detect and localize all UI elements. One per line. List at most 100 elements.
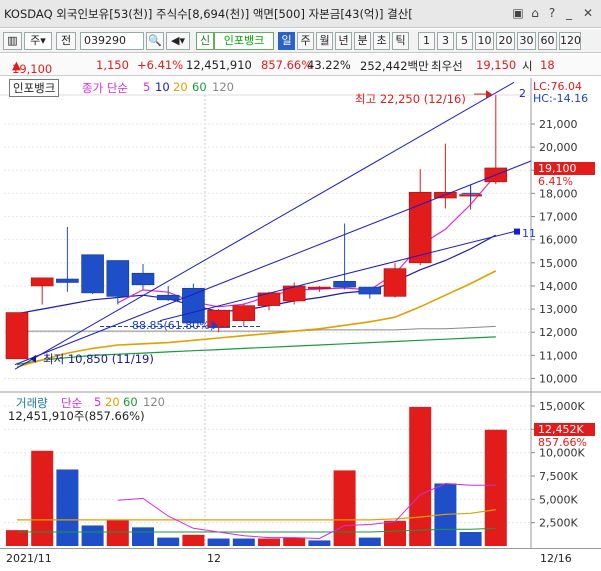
current-price-value: 19,100 [12, 62, 53, 76]
minimize-icon[interactable]: _ [562, 6, 576, 20]
volume-last-tag: 12,452K [534, 423, 595, 436]
vol-ma20-label: 20 [105, 395, 120, 409]
lock-icon[interactable]: ⌂ [528, 6, 542, 20]
volume-bar [459, 532, 482, 546]
ma60-label: 60 [192, 80, 207, 94]
volume-bar [157, 537, 180, 546]
volume-bar [182, 534, 205, 546]
turnover-rate: 43.22% [307, 58, 351, 72]
price-axis-tick: 10,000 [539, 373, 578, 386]
candle-body [81, 254, 104, 294]
x-axis-start: 2021/11 [6, 552, 52, 565]
price-axis-tick: 16,000 [539, 234, 578, 247]
volume-bar [358, 537, 381, 546]
hc-label: HC:-14.16 [533, 92, 589, 105]
volume-bar [308, 540, 331, 546]
ma5-label: 5 [143, 80, 151, 94]
question-icon[interactable]: ? [545, 6, 559, 20]
volume-bar [207, 538, 230, 546]
current-price: 19,100 ▲ [12, 58, 53, 76]
interval-button-20[interactable]: 20 [496, 32, 515, 50]
volume-bar [283, 537, 306, 546]
stock-tab[interactable]: 인포뱅크 [9, 79, 60, 97]
code-input[interactable]: 039290 [80, 32, 144, 50]
stock-name: 인포뱅크 [214, 32, 274, 50]
price-axis-tick: 12,000 [539, 326, 578, 339]
volume-bar [409, 406, 432, 546]
vol-ma120-label: 120 [143, 395, 165, 409]
last-pct-tag: 6.41% [538, 175, 573, 188]
volume-legend: 거래량 단순 5 20 60 120 [6, 395, 206, 410]
volume-ratio: 857.66% [261, 58, 313, 72]
period-button-2[interactable]: 월 [316, 32, 333, 50]
period-button-1[interactable]: 주 [297, 32, 314, 50]
candle-body [131, 272, 155, 286]
interval-button-5[interactable]: 5 [456, 32, 473, 50]
x-axis-end: 12/16 [540, 552, 572, 565]
close-icon[interactable]: ✕ [581, 6, 595, 20]
volume-axis-tick: 5,000K [539, 493, 578, 506]
price-axis-tick: 14,000 [539, 280, 578, 293]
change-percent: +6.41% [137, 58, 184, 72]
interval-button-1[interactable]: 1 [418, 32, 435, 50]
candle-body [30, 277, 54, 287]
ma10-label: 10 [155, 80, 170, 94]
candle-body [156, 294, 180, 301]
period-button-4[interactable]: 분 [354, 32, 371, 50]
volume-axis-tick: 7,500K [539, 470, 578, 483]
price-axis-tick: 21,000 [539, 118, 578, 131]
period-select[interactable]: 주▾ [24, 32, 52, 50]
interval-button-10[interactable]: 10 [475, 32, 494, 50]
interval-button-60[interactable]: 60 [538, 32, 557, 50]
volume-bar [6, 530, 28, 546]
fib-label: 88.85(61.80%) [132, 319, 215, 332]
sound-icon[interactable]: ◀▾ [166, 32, 190, 50]
period-button-5[interactable]: 초 [373, 32, 390, 50]
trendline-handle [514, 228, 520, 235]
window-title: KOSDAQ 외국인보유[53(천)] 주식수[8,694(천)] 액면[500… [4, 7, 413, 21]
volume-axis-tick: 2,500K [539, 517, 578, 530]
volume-axis-tick: 15,000K [539, 400, 585, 413]
candle-body [408, 191, 432, 264]
x-axis: 2021/11 12 12/16 [0, 548, 601, 571]
volume-bar [232, 538, 255, 546]
vol-ma60-label: 60 [123, 395, 138, 409]
layout-icon[interactable]: ▥ [3, 32, 22, 50]
interval-button-30[interactable]: 30 [517, 32, 536, 50]
prev-button[interactable]: 전 [56, 32, 76, 50]
last-price-tag: 19,100 [534, 162, 595, 175]
high-annotation: 최고 22,250 (12/16) [355, 92, 466, 106]
price-axis-tick: 20,000 [539, 141, 578, 154]
low-annotation: 최저 10,850 (11/19) [43, 352, 154, 366]
candle-body [182, 287, 205, 324]
candle-body [106, 260, 130, 297]
window-icon[interactable]: ▣ [511, 6, 525, 20]
price-axis-tick: 17,000 [539, 211, 578, 224]
top-trendline-label: 2 [519, 87, 526, 100]
interval-button-3[interactable]: 3 [437, 32, 454, 50]
vol-ma5-label: 5 [94, 395, 102, 409]
stock-chart[interactable]: 10,000 11,000 12,000 13,000 14,000 15,000 16,0… [0, 77, 601, 549]
candle-body [308, 286, 331, 289]
best-bid-label: 최우선 [431, 59, 463, 73]
toolbar: ▥ 주▾ 전 039290 🔍 ◀▾ 신 인포뱅크 일주월년분초틱 1 3 5 10 2… [0, 29, 601, 53]
volume-bar [56, 469, 79, 546]
price-axis-tick: 15,000 [539, 257, 578, 270]
period-button-0[interactable]: 일 [278, 32, 295, 50]
search-icon[interactable]: 🔍 [146, 32, 164, 50]
price-summary: 19,100 ▲ 1,150 +6.41% 12,451,910 857.66%… [0, 54, 601, 76]
candle-body [5, 312, 29, 360]
candle-body [358, 286, 382, 295]
volume-bar [333, 470, 356, 546]
price-axis-tick: 18,000 [539, 187, 578, 200]
volume-last-pct: 857.66% [538, 436, 587, 449]
volume-bar [81, 525, 104, 546]
candle-body [383, 268, 407, 297]
interval-button-120[interactable]: 120 [559, 32, 581, 50]
period-button-6[interactable]: 틱 [392, 32, 409, 50]
price-axis-tick: 13,000 [539, 303, 578, 316]
si-label: 시 [522, 59, 533, 73]
price-axis-tick: 11,000 [539, 349, 578, 362]
period-button-3[interactable]: 년 [335, 32, 352, 50]
volume-value: 12,451,910 [186, 58, 252, 72]
